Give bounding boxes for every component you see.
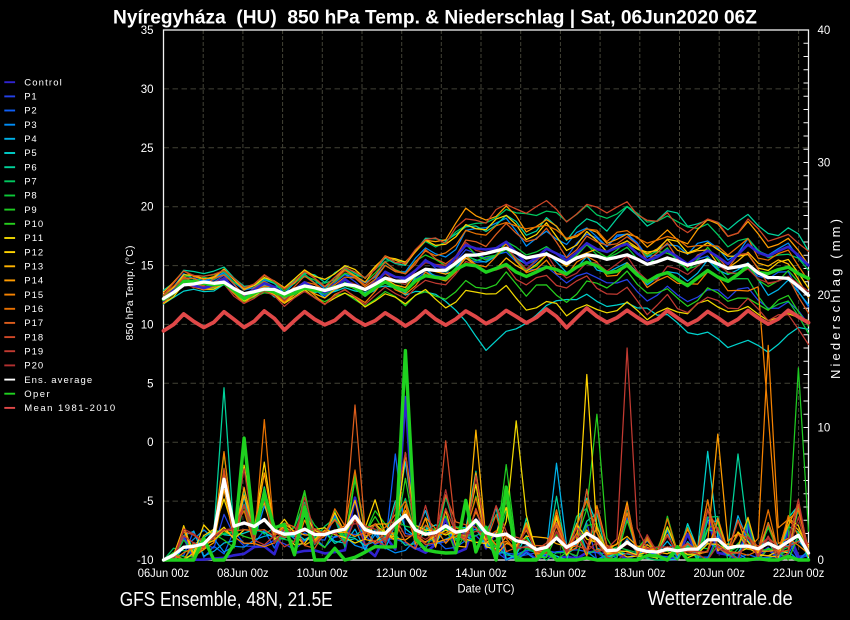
svg-text:30: 30	[141, 84, 154, 96]
svg-text:10: 10	[141, 319, 154, 331]
svg-text:22Jun 00z: 22Jun 00z	[773, 566, 825, 580]
svg-text:P3: P3	[24, 120, 37, 131]
svg-text:P8: P8	[24, 191, 37, 202]
svg-text:14Jun 00z: 14Jun 00z	[455, 566, 507, 580]
svg-text:08Jun 00z: 08Jun 00z	[217, 566, 269, 580]
svg-text:P9: P9	[24, 205, 37, 216]
svg-text:850 hPa Temp. (°C): 850 hPa Temp. (°C)	[124, 246, 136, 341]
svg-text:P2: P2	[24, 106, 37, 117]
svg-text:P14: P14	[24, 276, 43, 287]
svg-text:P16: P16	[24, 304, 43, 315]
svg-text:25: 25	[141, 143, 154, 155]
svg-text:30: 30	[818, 158, 831, 170]
svg-text:GFS Ensemble, 48N, 21.5E: GFS Ensemble, 48N, 21.5E	[120, 589, 333, 611]
svg-text:P17: P17	[24, 318, 43, 329]
svg-text:P20: P20	[24, 361, 43, 372]
svg-text:Oper: Oper	[24, 389, 50, 400]
svg-text:P19: P19	[24, 346, 43, 357]
svg-text:10Jun 00z: 10Jun 00z	[297, 566, 349, 580]
svg-text:12Jun 00z: 12Jun 00z	[376, 566, 428, 580]
svg-text:P12: P12	[24, 247, 43, 258]
svg-text:35: 35	[141, 25, 154, 37]
svg-text:P1: P1	[24, 92, 37, 103]
svg-text:Nyíregyháza (HU) 850 hPa Tem: Nyíregyháza (HU) 850 hPa Temp. & Nieders…	[113, 7, 757, 29]
svg-text:20: 20	[141, 202, 154, 214]
svg-text:10: 10	[818, 423, 831, 435]
svg-text:Wetterzentrale.de: Wetterzentrale.de	[648, 588, 793, 610]
svg-text:Control: Control	[24, 77, 62, 88]
svg-text:P7: P7	[24, 177, 37, 188]
svg-text:18Jun 00z: 18Jun 00z	[614, 566, 666, 580]
svg-text:20Jun 00z: 20Jun 00z	[693, 566, 745, 580]
svg-text:P11: P11	[24, 233, 43, 244]
svg-text:5: 5	[147, 378, 153, 390]
svg-text:06Jun 00z: 06Jun 00z	[138, 566, 190, 580]
svg-text:P5: P5	[24, 148, 37, 159]
svg-text:Date (UTC): Date (UTC)	[458, 582, 515, 596]
svg-text:P6: P6	[24, 162, 37, 173]
svg-text:40: 40	[818, 25, 831, 37]
svg-text:Mean 1981-2010: Mean 1981-2010	[24, 403, 115, 414]
svg-text:P10: P10	[24, 219, 43, 230]
svg-text:15: 15	[141, 261, 154, 273]
svg-text:0: 0	[818, 555, 824, 567]
svg-text:Niederschlag (mm): Niederschlag (mm)	[828, 219, 843, 379]
svg-text:P4: P4	[24, 134, 37, 145]
svg-text:-5: -5	[143, 496, 153, 508]
svg-text:16Jun 00z: 16Jun 00z	[535, 566, 587, 580]
svg-text:Ens. average: Ens. average	[24, 375, 92, 386]
svg-text:-10: -10	[137, 555, 154, 567]
svg-text:0: 0	[147, 437, 153, 449]
svg-text:P18: P18	[24, 332, 43, 343]
svg-text:P13: P13	[24, 261, 43, 272]
svg-text:P15: P15	[24, 290, 43, 301]
